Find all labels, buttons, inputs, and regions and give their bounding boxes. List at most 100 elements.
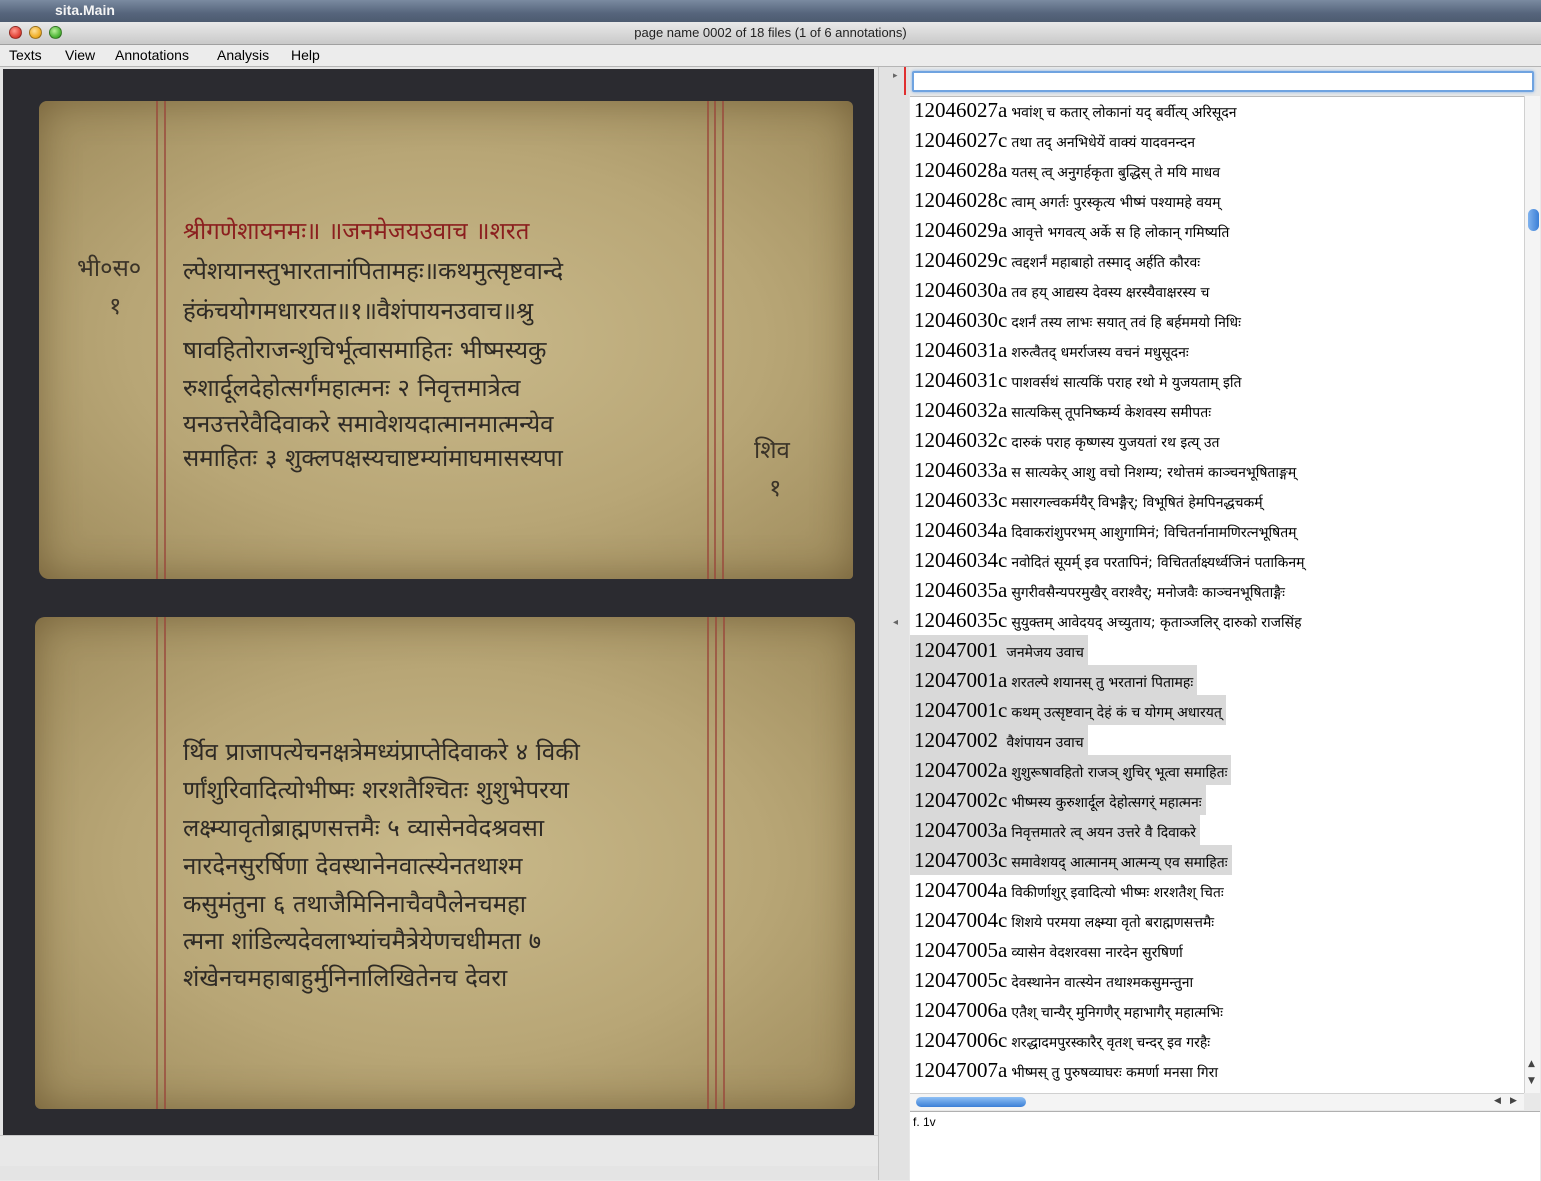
text-row[interactable]: 12047005a व्यासेन वेदशरवसा नारदेन सुरषिर्… bbox=[910, 935, 1187, 965]
text-row[interactable]: 12046028c त्वाम् अगर्तः पुरस्कृत्य भीष्मं… bbox=[910, 185, 1225, 215]
verse-text: पाशवर्सथं सात्यकिं पराह रथो मे युजयताम् … bbox=[1011, 375, 1242, 391]
verse-id: 12047004c bbox=[914, 908, 1008, 932]
text-row[interactable]: 12047003a निवृत्तमातरे त्व् अयन उत्तरे वै… bbox=[910, 815, 1201, 845]
text-row[interactable]: 12046027a भवांश् च कतार् लोकानां यद् बर्व… bbox=[910, 97, 1241, 125]
text-row[interactable]: 12046030c दशर्नं तस्य लाभः सयात् तवं हि ब… bbox=[910, 305, 1245, 335]
text-row[interactable]: 12046035a सुगरीवसैन्यपरमुखैर् वराश्वैर्; … bbox=[910, 575, 1289, 605]
text-row[interactable]: 12046027c तथा तद् अनभिधेयें वाक्यं यादवनन… bbox=[910, 125, 1199, 155]
verse-id: 12047006a bbox=[914, 998, 1008, 1022]
verse-id: 12047006c bbox=[914, 1028, 1008, 1052]
scroll-down-icon[interactable]: ▼ bbox=[1528, 1076, 1535, 1086]
verse-id: 12046031c bbox=[914, 368, 1008, 392]
verse-text: भीष्मस् तु पुरुषव्याघरः कमर्णा मनसा गिरा bbox=[1011, 1065, 1219, 1081]
text-row[interactable]: 12046034c नवोदितं सूयर्म् इव परतापिनं; वि… bbox=[910, 545, 1309, 575]
verse-id: 12047005c bbox=[914, 968, 1008, 992]
menu-analysis[interactable]: Analysis bbox=[217, 47, 269, 63]
menu-view[interactable]: View bbox=[65, 47, 95, 63]
verse-text: स सात्यकेर् आशु वचो निशम्य; रथोत्तमं काञ… bbox=[1011, 465, 1297, 481]
verse-text: त्वद्दशर्नं महाबाहो तस्माद् अर्हति कौरवः bbox=[1011, 255, 1201, 271]
verse-id: 12046035c bbox=[914, 608, 1008, 632]
verse-text: एतैश् चान्यैर् मुनिगणैर् महाभागैर् महात्… bbox=[1011, 1005, 1223, 1021]
text-row[interactable]: 12047002a शुशुरूषावहितो राजञ् शुचिर् भूत्… bbox=[910, 755, 1232, 785]
text-row[interactable]: 12047005c देवस्थानेन वात्स्येन तथाश्मकसुम… bbox=[910, 965, 1197, 995]
verse-text: शरतल्पे शयानस् तु भरतानां पितामहः bbox=[1011, 675, 1194, 691]
manuscript-scan[interactable]: भी०स० १ शिव १ श्रीगणेशायनमः॥ ॥जनमेजयउवाच… bbox=[3, 69, 874, 1135]
verse-text: विकीर्णाशुर् इवादित्यो भीष्मः शरशतैश् चि… bbox=[1011, 885, 1224, 901]
text-row[interactable]: 12046034a दिवाकरांशुपरभम् आशुगामिनं; विचि… bbox=[910, 515, 1301, 545]
text-row[interactable]: 12047004c शिशये परमया लक्ष्म्या वृतो बराह… bbox=[910, 905, 1218, 935]
text-row[interactable]: 12047003c समावेशयद् आत्मानम् आत्मन्य् एव … bbox=[910, 845, 1232, 875]
text-row[interactable]: 12046032a सात्यकिस् तूपनिष्कर्म्य केशवस्य… bbox=[910, 395, 1215, 425]
vertical-scroll-thumb[interactable] bbox=[1528, 209, 1539, 231]
verse-text: शिशये परमया लक्ष्म्या वृतो बराह्मणसत्तमै… bbox=[1011, 915, 1215, 931]
text-row[interactable]: 12046028a यतस् त्व् अनुगर्हकृता बुद्धिस् … bbox=[910, 155, 1224, 185]
collapse-arrow-icon[interactable]: ▸ bbox=[893, 71, 898, 81]
menu-help[interactable]: Help bbox=[291, 47, 320, 63]
text-row[interactable]: 12047004a विकीर्णाशुर् इवादित्यो भीष्मः श… bbox=[910, 875, 1228, 905]
verse-text: जनमेजय उवाच bbox=[1002, 645, 1084, 661]
margin-rule bbox=[156, 617, 158, 1109]
text-row[interactable]: 12047006a एतैश् चान्यैर् मुनिगणैर् महाभाग… bbox=[910, 995, 1227, 1025]
app-name-menu[interactable]: sita.Main bbox=[55, 2, 115, 18]
verse-id: 12046028c bbox=[914, 188, 1008, 212]
horizontal-scroll-thumb[interactable] bbox=[916, 1097, 1026, 1107]
system-menu-bar: sita.Main bbox=[0, 0, 1541, 22]
verse-text: यतस् त्व् अनुगर्हकृता बुद्धिस् ते मयि मा… bbox=[1011, 165, 1220, 181]
scroll-right-icon[interactable]: ▶ bbox=[1510, 1096, 1517, 1106]
scroll-up-icon[interactable]: ▲ bbox=[1528, 1059, 1535, 1069]
text-row[interactable]: 12046031a शरुत्वैतद् धमर्राजस्य वचनं मधुस… bbox=[910, 335, 1193, 365]
text-row[interactable]: 12047001 जनमेजय उवाच bbox=[910, 635, 1088, 665]
text-row[interactable]: 12046029a आवृत्ते भगवत्य् अर्के स हि लोका… bbox=[910, 215, 1233, 245]
text-row[interactable]: 12047002c भीष्मस्य कुरुशार्दूल देहोत्सगर्… bbox=[910, 785, 1206, 815]
verse-text: तव हय् आद्यस्य देवस्य क्षरस्यैवाक्षरस्य … bbox=[1011, 285, 1210, 301]
divider-grip-icon[interactable]: ◂ bbox=[893, 617, 898, 628]
search-input[interactable] bbox=[912, 71, 1534, 92]
verse-id: 12046031a bbox=[914, 338, 1008, 362]
text-row[interactable]: 12046030a तव हय् आद्यस्य देवस्य क्षरस्यैव… bbox=[910, 275, 1213, 305]
text-row[interactable]: 12046033a स सात्यकेर् आशु वचो निशम्य; रथो… bbox=[910, 455, 1300, 485]
menu-annotations[interactable]: Annotations bbox=[115, 47, 189, 63]
window-title: page name 0002 of 18 files (1 of 6 annot… bbox=[634, 25, 907, 40]
manuscript-line: नारदेनसुरर्षिणा देवस्थानेनवात्स्येनतथाश्… bbox=[183, 852, 523, 880]
vertical-scrollbar[interactable]: ▲ ▼ bbox=[1524, 96, 1540, 1093]
text-row[interactable]: 12046035c सुयुक्तम् आवेदयद् अच्युताय; कृत… bbox=[910, 605, 1306, 635]
verse-text: सुगरीवसैन्यपरमुखैर् वराश्वैर्; मनोजवैः क… bbox=[1011, 585, 1285, 601]
menu-texts[interactable]: Texts bbox=[9, 47, 42, 63]
horizontal-scrollbar[interactable]: ◀ ▶ bbox=[910, 1093, 1524, 1110]
split-pane-divider[interactable]: ▸ ◂ bbox=[878, 67, 909, 1180]
manuscript-line: कसुमंतुना ६ तथाजैमिनिनाचैवपैलेनचमहा bbox=[183, 890, 527, 918]
text-row[interactable]: 12046029c त्वद्दशर्नं महाबाहो तस्माद् अर्… bbox=[910, 245, 1204, 275]
text-row[interactable]: 12046032c दारुकं पराह कृष्णस्य युजयतां रथ… bbox=[910, 425, 1224, 455]
verse-id: 12047001c bbox=[914, 698, 1008, 722]
verse-id: 12047003c bbox=[914, 848, 1008, 872]
verse-text: निवृत्तमातरे त्व् अयन उत्तरे वै दिवाकरे bbox=[1011, 825, 1197, 841]
verse-id: 12047002c bbox=[914, 788, 1008, 812]
verse-id: 12046032c bbox=[914, 428, 1008, 452]
left-margin-label: भी०स० bbox=[77, 254, 142, 282]
text-row[interactable]: 12046033c मसारगल्वकर्मयैर् विभङ्गैर्; विभ… bbox=[910, 485, 1267, 515]
verse-id: 12046030c bbox=[914, 308, 1008, 332]
text-row[interactable]: 12047001c कथम् उत्सृष्टवान् देहं कं च योग… bbox=[910, 695, 1226, 725]
right-margin-label: शिव bbox=[754, 436, 790, 464]
verse-id: 12046032a bbox=[914, 398, 1008, 422]
margin-rule bbox=[156, 101, 158, 579]
text-list[interactable]: 12046027a भवांश् च कतार् लोकानां यद् बर्व… bbox=[910, 96, 1524, 1094]
annotation-note-area[interactable]: f. 1v bbox=[910, 1111, 1540, 1181]
verse-id: 12046029a bbox=[914, 218, 1008, 242]
manuscript-line: षावहितोराजन्शुचिर्भूत्वासमाहितः भीष्मस्य… bbox=[183, 336, 547, 364]
manuscript-line: हंकंचयोगमधारयत॥१॥वैशंपायनउवाच॥श्रु bbox=[183, 297, 534, 325]
text-row[interactable]: 12047002 वैशंपायन उवाच bbox=[910, 725, 1088, 755]
right-margin-number: १ bbox=[769, 474, 782, 502]
manuscript-line: रुशार्दूलदेहोत्सर्गंमहात्मनः २ निवृत्तमा… bbox=[183, 374, 521, 402]
scroll-left-icon[interactable]: ◀ bbox=[1494, 1096, 1501, 1106]
margin-rule bbox=[164, 101, 166, 579]
verse-text: सात्यकिस् तूपनिष्कर्म्य केशवस्य समीपतः bbox=[1011, 405, 1212, 421]
manuscript-image-panel: भी०स० १ शिव १ श्रीगणेशायनमः॥ ॥जनमेजयउवाच… bbox=[0, 67, 878, 1180]
text-row[interactable]: 12047001a शरतल्पे शयानस् तु भरतानां पिताम… bbox=[910, 665, 1198, 695]
verse-text: कथम् उत्सृष्टवान् देहं कं च योगम् अधारयत… bbox=[1011, 705, 1222, 721]
verse-id: 12047001 bbox=[914, 638, 998, 662]
text-row[interactable]: 12047007a भीष्मस् तु पुरुषव्याघरः कमर्णा … bbox=[910, 1055, 1222, 1085]
verse-id: 12047004a bbox=[914, 878, 1008, 902]
text-row[interactable]: 12046031c पाशवर्सथं सात्यकिं पराह रथो मे … bbox=[910, 365, 1245, 395]
text-row[interactable]: 12047006c शरद्धादमपुरस्कारैर् वृतश् चन्दर… bbox=[910, 1025, 1214, 1055]
